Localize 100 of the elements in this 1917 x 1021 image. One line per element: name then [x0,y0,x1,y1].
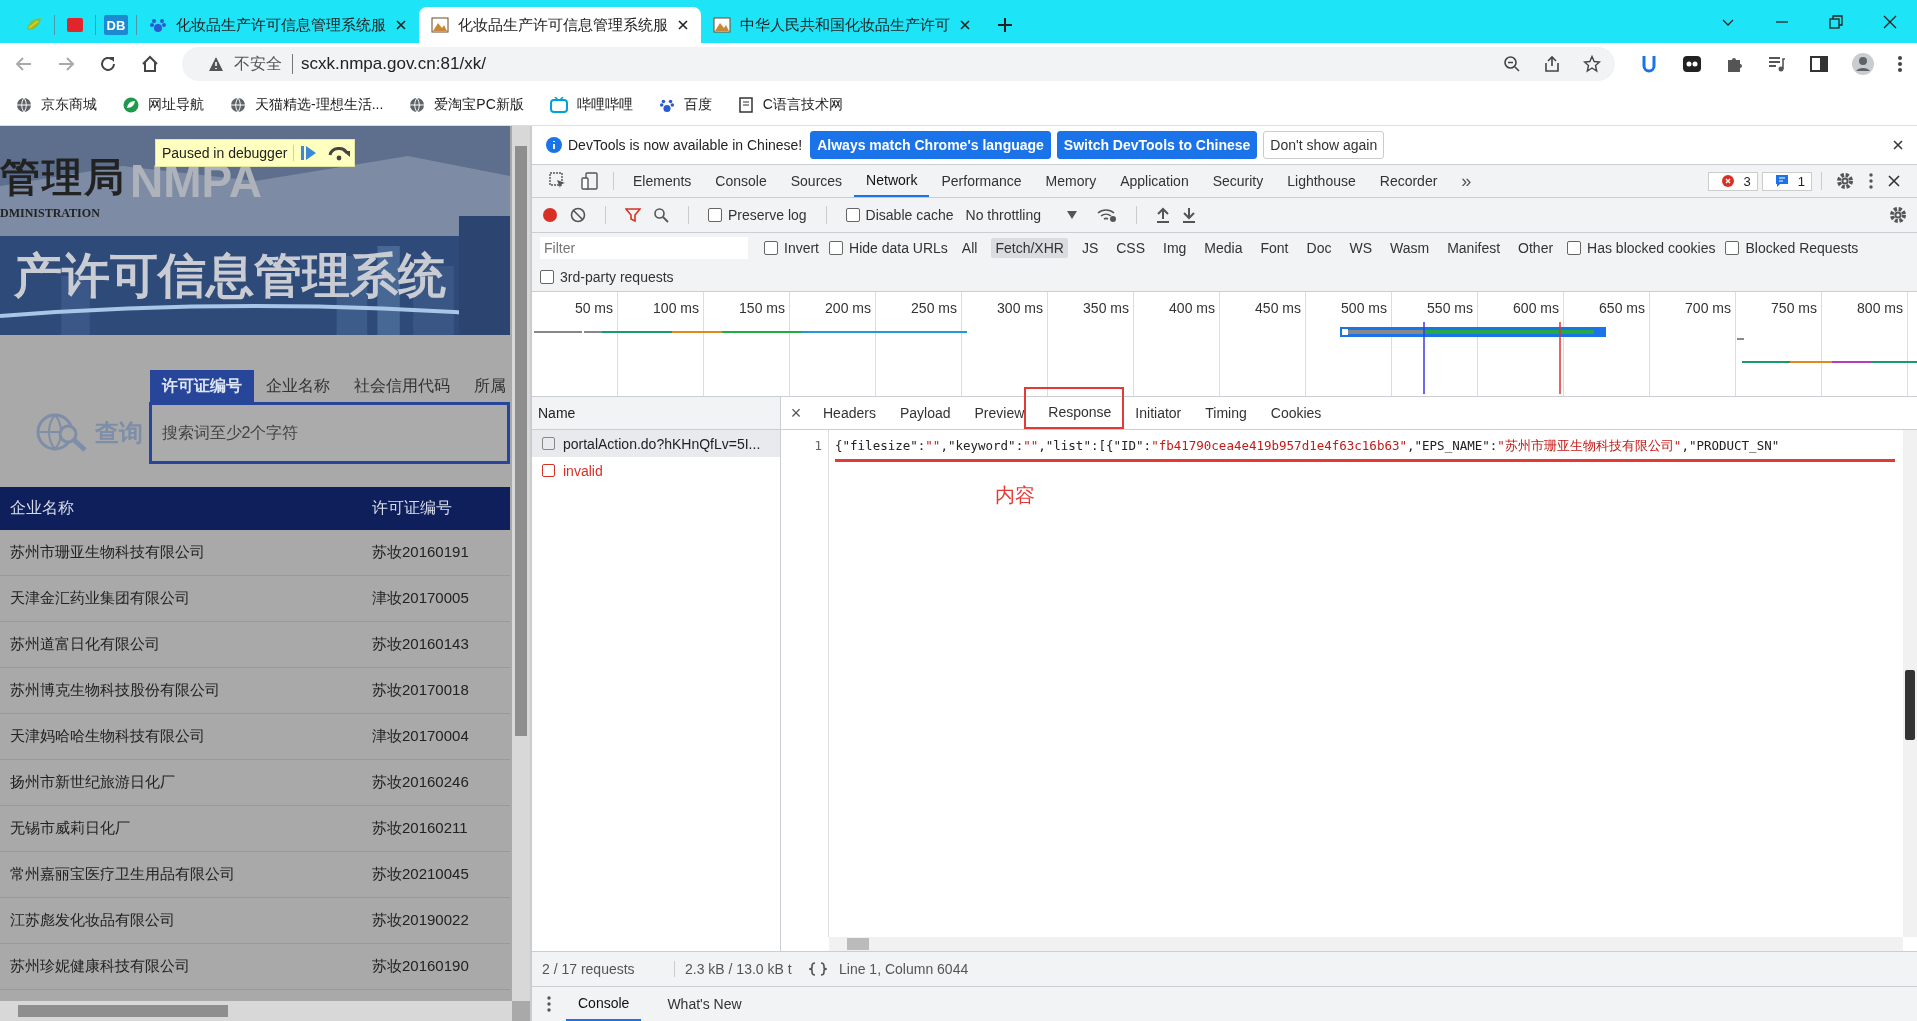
scrollbar[interactable] [0,1001,512,1021]
detail-tab[interactable]: Payload [887,398,963,428]
infobar-button[interactable]: Don't show again [1263,131,1385,159]
devtools-tab[interactable]: Lighthouse [1275,166,1368,196]
braces-icon[interactable] [809,962,827,976]
close-icon[interactable] [395,19,407,31]
search-tab[interactable]: 许可证编号 [150,370,254,402]
third-party-checkbox[interactable]: 3rd-party requests [540,269,674,285]
devtools-tab[interactable]: Memory [1033,166,1109,196]
bookmark[interactable]: 百度 [658,96,712,114]
inspect-icon[interactable] [549,172,567,190]
type-filter[interactable]: Img [1159,238,1191,258]
blocked-cookies-checkbox[interactable]: Has blocked cookies [1567,240,1716,256]
bookmark[interactable]: 哔哩哔哩 [549,96,633,114]
clear-icon[interactable] [570,207,586,223]
drawer-tab[interactable]: What's New [655,988,754,1020]
type-filter[interactable]: Wasm [1386,238,1434,258]
filter-field[interactable]: Filter [540,237,748,259]
more-icon[interactable] [1897,54,1903,74]
type-filter[interactable]: WS [1345,238,1376,258]
filter-icon[interactable] [625,207,641,223]
playlist-icon[interactable] [1767,54,1787,74]
request-row[interactable]: portalAction.do?hKHnQfLv=5I... [532,430,780,457]
type-filter[interactable]: Manifest [1443,238,1505,258]
scrollbar[interactable] [829,937,1903,951]
upload-icon[interactable] [1156,207,1170,223]
new-tab-icon[interactable] [997,17,1013,33]
search-tab[interactable]: 企业名称 [254,370,342,402]
star-icon[interactable] [1583,55,1601,73]
type-filter[interactable]: Font [1256,238,1293,258]
message-count[interactable]: 1 [1761,171,1812,191]
preserve-log-checkbox[interactable]: Preserve log [708,207,807,223]
more-tabs-button[interactable]: » [1449,170,1484,192]
type-filter[interactable]: CSS [1112,238,1149,258]
devtools-tab[interactable]: Application [1108,166,1201,196]
record-icon[interactable] [542,207,558,223]
error-count[interactable]: 3 [1707,171,1758,191]
reload-icon[interactable] [98,54,118,74]
detail-tab[interactable]: Timing [1193,398,1259,428]
search-icon[interactable] [653,207,669,223]
devtools-tab[interactable]: Performance [929,166,1034,196]
detail-tab[interactable]: Preview [962,398,1037,428]
restore-icon[interactable] [1829,15,1843,29]
avatar-icon[interactable] [1851,52,1875,76]
blocked-requests-checkbox[interactable]: Blocked Requests [1725,240,1859,256]
bookmark[interactable]: 网址导航 [123,96,204,114]
type-filter[interactable]: Media [1200,238,1247,258]
hide-data-urls-checkbox[interactable]: Hide data URLs [829,240,948,256]
settings-icon[interactable] [1836,172,1854,190]
request-row[interactable]: invalid [532,457,780,484]
address-field[interactable]: 不安全 scxk.nmpa.gov.cn:81/xk/ [182,47,1615,81]
close-icon[interactable] [1893,140,1903,150]
wifi-settings-icon[interactable] [1097,207,1117,223]
devtools-tab[interactable]: Sources [778,166,855,196]
bookmark[interactable]: 爱淘宝PC新版 [409,96,524,114]
close-icon[interactable] [677,19,689,31]
drawer-tab[interactable]: Console [566,987,642,1021]
bookmark[interactable]: 天猫精选-理想生活... [230,96,384,114]
search-tab[interactable]: 所属 [462,370,510,402]
scrollbar[interactable] [1903,430,1917,937]
type-filter[interactable]: JS [1077,238,1103,258]
search-field[interactable]: 搜索词至少2个字符 [148,402,510,464]
type-filter[interactable]: All [957,238,982,258]
infobar-button[interactable]: Switch DevTools to Chinese [1056,131,1258,159]
close-icon[interactable] [1883,15,1897,29]
detail-tab[interactable]: Cookies [1258,398,1334,428]
mask-icon[interactable] [1681,53,1703,75]
devtools-tab[interactable]: Security [1200,166,1276,196]
detail-tab[interactable]: Response [1036,397,1124,429]
browser-tab[interactable]: 化妆品生产许可信息管理系统服 [137,7,419,43]
download-icon[interactable] [1182,207,1196,223]
close-button[interactable]: × [781,402,811,424]
settings-icon[interactable] [1889,206,1907,224]
share-icon[interactable] [1543,55,1561,73]
bookmark[interactable]: C语言技术网 [737,96,843,114]
more-icon[interactable] [546,995,552,1013]
browser-tab[interactable]: 化妆品生产许可信息管理系统服 [419,7,701,43]
infobar-button[interactable]: Always match Chrome's language [810,131,1051,159]
search-tab[interactable]: 社会信用代码 [342,370,462,402]
scrollbar[interactable] [512,126,530,1001]
type-filter[interactable]: Other [1514,238,1558,258]
device-icon[interactable] [581,172,599,190]
close-icon[interactable] [959,19,971,31]
close-icon[interactable] [1888,175,1900,187]
type-filter[interactable]: Fetch/XHR [991,238,1068,258]
browser-tab[interactable]: 中华人民共和国化妆品生产许可 [701,7,983,43]
devtools-tab[interactable]: Recorder [1367,166,1450,196]
invert-checkbox[interactable]: Invert [764,240,819,256]
bookmark[interactable]: 京东商城 [16,96,97,114]
detail-tab[interactable]: Headers [811,398,888,428]
throttling-dropdown[interactable]: No throttling [965,207,1077,223]
more-icon[interactable] [1868,172,1874,190]
home-icon[interactable] [140,54,160,74]
side-panel-icon[interactable] [1809,54,1829,74]
devtools-tab[interactable]: Console [703,166,779,196]
type-filter[interactable]: Doc [1302,238,1336,258]
disable-cache-checkbox[interactable]: Disable cache [845,207,954,223]
detail-tab[interactable]: Initiator [1123,398,1194,428]
zoom-out-icon[interactable] [1503,55,1521,73]
devtools-tab[interactable]: Elements [621,166,704,196]
